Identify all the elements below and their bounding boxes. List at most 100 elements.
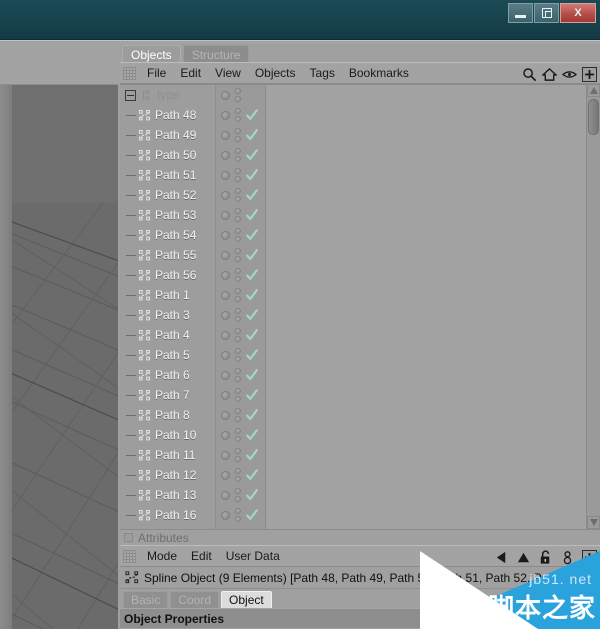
- enable-dot-icon[interactable]: [221, 110, 230, 120]
- tree-item[interactable]: Path 51: [120, 165, 215, 185]
- tab-coord[interactable]: Coord: [170, 591, 220, 608]
- check-tag-icon[interactable]: [245, 208, 259, 222]
- close-button[interactable]: X: [560, 3, 596, 23]
- menubar-grip[interactable]: [123, 66, 136, 80]
- enable-dot-icon[interactable]: [221, 250, 230, 260]
- check-tag-icon[interactable]: [245, 108, 259, 122]
- tag-slot[interactable]: [243, 205, 265, 225]
- visibility-dots[interactable]: [216, 205, 243, 225]
- check-tag-icon[interactable]: [245, 408, 259, 422]
- tag-slot[interactable]: [243, 125, 265, 145]
- tag-slot[interactable]: [243, 185, 265, 205]
- visibility-dots-icon[interactable]: [235, 128, 241, 142]
- tab-object[interactable]: Object: [221, 591, 272, 608]
- visibility-dots[interactable]: [216, 245, 243, 265]
- check-tag-icon[interactable]: [245, 128, 259, 142]
- tab-basic[interactable]: Basic: [123, 591, 169, 608]
- visibility-dots-icon[interactable]: [235, 188, 241, 202]
- enable-dot-icon[interactable]: [221, 130, 230, 140]
- enable-dot-icon[interactable]: [221, 490, 230, 500]
- visibility-dots-icon[interactable]: [235, 228, 241, 242]
- visibility-dots-icon[interactable]: [235, 268, 241, 282]
- check-tag-icon[interactable]: [245, 148, 259, 162]
- visibility-dots-icon[interactable]: [235, 108, 241, 122]
- tag-slot[interactable]: [243, 445, 265, 465]
- enable-dot-icon[interactable]: [221, 150, 230, 160]
- visibility-dots-icon[interactable]: [235, 408, 241, 422]
- menu-objects[interactable]: Objects: [248, 63, 303, 83]
- enable-dot-icon[interactable]: [221, 410, 230, 420]
- menu-mode[interactable]: Mode: [140, 546, 184, 566]
- tag-slot[interactable]: [243, 345, 265, 365]
- scroll-up-arrow-icon[interactable]: [587, 84, 600, 97]
- check-tag-icon[interactable]: [245, 468, 259, 482]
- visibility-dots-icon[interactable]: [235, 148, 241, 162]
- visibility-dots[interactable]: [216, 305, 243, 325]
- tree-root-item[interactable]: type: [120, 85, 215, 105]
- visibility-dots[interactable]: [216, 405, 243, 425]
- eye-icon[interactable]: [562, 67, 577, 82]
- tree-item[interactable]: Path 6: [120, 365, 215, 385]
- lock-icon[interactable]: [538, 549, 553, 565]
- tag-slot[interactable]: [243, 285, 265, 305]
- tree-item[interactable]: Path 3: [120, 305, 215, 325]
- enable-dot-icon[interactable]: [221, 350, 230, 360]
- visibility-dots-icon[interactable]: [235, 368, 241, 382]
- check-tag-icon[interactable]: [245, 328, 259, 342]
- visibility-dots[interactable]: [216, 145, 243, 165]
- menu-view[interactable]: View: [208, 63, 248, 83]
- tree-item[interactable]: Path 48: [120, 105, 215, 125]
- visibility-dots[interactable]: [216, 505, 243, 525]
- enable-dot-icon[interactable]: [221, 170, 230, 180]
- menu-edit[interactable]: Edit: [173, 63, 208, 83]
- visibility-dots[interactable]: [216, 425, 243, 445]
- visibility-dots[interactable]: [216, 385, 243, 405]
- check-tag-icon[interactable]: [245, 228, 259, 242]
- enable-dot-icon[interactable]: [221, 230, 230, 240]
- visibility-dots[interactable]: [216, 185, 243, 205]
- enable-dot-icon[interactable]: [221, 190, 230, 200]
- visibility-dots-icon[interactable]: [235, 488, 241, 502]
- tag-slot[interactable]: [243, 165, 265, 185]
- menu-bookmarks[interactable]: Bookmarks: [342, 63, 416, 83]
- search-icon[interactable]: [522, 67, 537, 82]
- enable-dot-icon[interactable]: [221, 450, 230, 460]
- tag-slot[interactable]: [243, 145, 265, 165]
- viewport-perspective[interactable]: [0, 84, 118, 629]
- plus-icon[interactable]: [582, 66, 597, 82]
- scroll-down-arrow-icon[interactable]: [587, 516, 600, 529]
- plus-icon-attributes[interactable]: [582, 549, 597, 565]
- tag-slot[interactable]: [243, 465, 265, 485]
- tree-item[interactable]: Path 10: [120, 425, 215, 445]
- check-tag-icon[interactable]: [245, 448, 259, 462]
- tree-item[interactable]: Path 56: [120, 265, 215, 285]
- visibility-dots-icon[interactable]: [235, 208, 241, 222]
- tree-item[interactable]: Path 13: [120, 485, 215, 505]
- visibility-dots[interactable]: [216, 125, 243, 145]
- visibility-dots[interactable]: [216, 325, 243, 345]
- tag-slot[interactable]: [243, 385, 265, 405]
- visibility-dots[interactable]: [216, 105, 243, 125]
- tab-structure[interactable]: Structure: [182, 45, 250, 62]
- restore-button[interactable]: [534, 3, 559, 23]
- tree-item[interactable]: Path 49: [120, 125, 215, 145]
- tag-slot[interactable]: [243, 225, 265, 245]
- visibility-dots[interactable]: [216, 265, 243, 285]
- scrollbar-thumb[interactable]: [588, 99, 599, 135]
- user-icon[interactable]: [560, 550, 575, 565]
- visibility-dots-icon[interactable]: [235, 328, 241, 342]
- visibility-dots[interactable]: [216, 485, 243, 505]
- check-tag-icon[interactable]: [245, 188, 259, 202]
- enable-dot-icon[interactable]: [221, 390, 230, 400]
- object-manager-scrollbar[interactable]: [586, 84, 600, 529]
- visibility-dots-icon[interactable]: [235, 448, 241, 462]
- tag-slot[interactable]: [243, 405, 265, 425]
- enable-dot-icon[interactable]: [221, 310, 230, 320]
- enable-dot-icon[interactable]: [221, 470, 230, 480]
- check-tag-icon[interactable]: [245, 348, 259, 362]
- visibility-dots[interactable]: [216, 285, 243, 305]
- visibility-dots[interactable]: [216, 85, 243, 105]
- tag-slot[interactable]: [243, 365, 265, 385]
- menu-file[interactable]: File: [140, 63, 173, 83]
- visibility-dots[interactable]: [216, 225, 243, 245]
